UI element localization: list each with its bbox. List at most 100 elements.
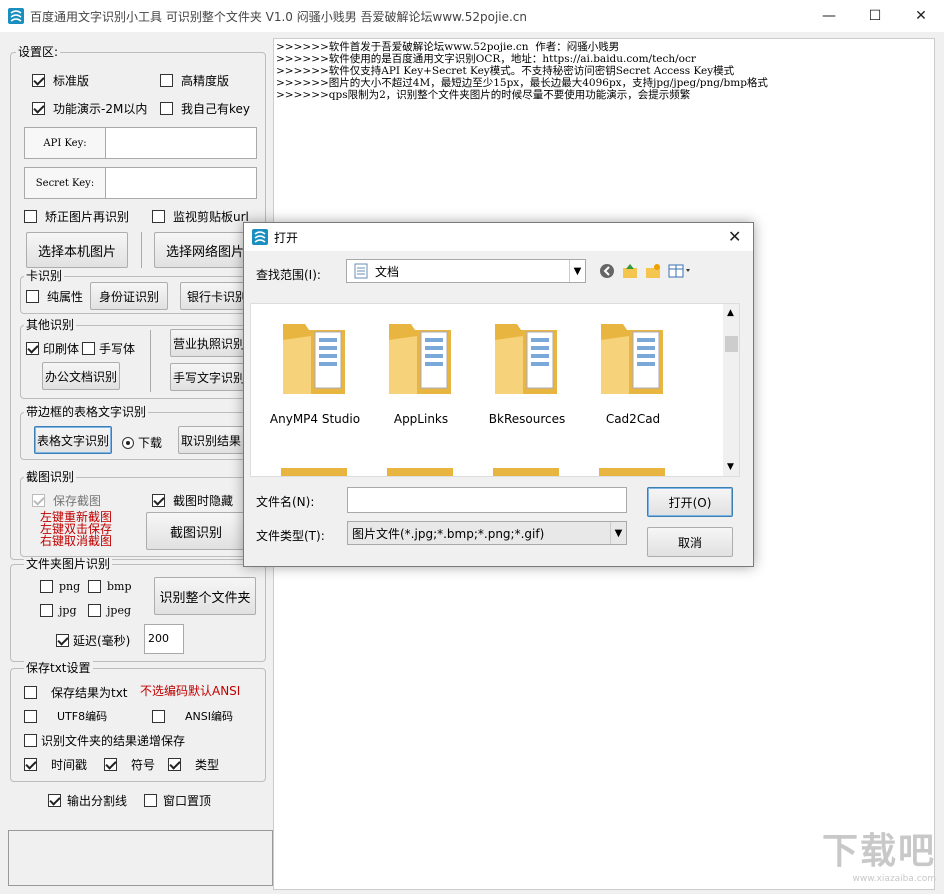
up-folder-icon[interactable] (622, 263, 638, 279)
output-divider-option[interactable]: 输出分割线 (48, 792, 127, 809)
delay-input[interactable]: 200 (144, 624, 184, 654)
topmost-option[interactable]: 窗口置顶 (144, 792, 211, 809)
filename-input[interactable] (347, 487, 627, 513)
scroll-up-icon[interactable]: ▲ (727, 308, 734, 318)
fetch-result-button[interactable]: 取识别结果 (178, 426, 246, 454)
symbol-checkbox[interactable] (104, 758, 117, 771)
jpeg-checkbox[interactable] (88, 604, 101, 617)
high-precision-label: 高精度版 (181, 72, 229, 89)
secret-key-input[interactable] (105, 167, 257, 199)
topmost-label: 窗口置顶 (163, 792, 211, 809)
ansi-option[interactable]: ANSI编码 (152, 708, 233, 724)
type-checkbox[interactable] (168, 758, 181, 771)
api-key-input[interactable] (105, 127, 257, 159)
monitor-clipboard-checkbox[interactable] (152, 210, 165, 223)
close-button[interactable]: ✕ (898, 0, 944, 32)
select-local-image-button[interactable]: 选择本机图片 (26, 232, 128, 268)
folder-item[interactable]: AnyMP4 Studio (263, 304, 367, 436)
secret-key-label: Secret Key: (24, 167, 106, 199)
chevron-down-icon[interactable]: ▼ (610, 522, 626, 544)
save-shot-option[interactable]: 保存截图 (32, 492, 101, 509)
delay-checkbox[interactable] (56, 634, 69, 647)
watermark-logo: 下载吧 (800, 830, 936, 874)
dialog-close-icon[interactable]: ✕ (728, 227, 741, 246)
maximize-button[interactable]: ☐ (852, 0, 898, 32)
folder-item[interactable]: AppLinks (369, 304, 473, 436)
handwriting-ocr-button[interactable]: 手写文字识别 (170, 363, 246, 391)
select-network-image-button[interactable]: 选择网络图片 (154, 232, 256, 268)
download-option[interactable]: 下载 (122, 434, 162, 451)
cancel-button[interactable]: 取消 (647, 527, 733, 557)
demo-option[interactable]: 功能演示-2M以内 (32, 100, 147, 117)
timestamp-checkbox[interactable] (24, 758, 37, 771)
folder-item[interactable]: BkResources (475, 304, 579, 436)
timestamp-option[interactable]: 时间戳 (24, 756, 87, 773)
screenshot-ocr-button[interactable]: 截图识别 (146, 512, 246, 550)
high-precision-option[interactable]: 高精度版 (160, 72, 229, 89)
delay-option[interactable]: 延迟(毫秒) (56, 632, 130, 649)
standard-checkbox[interactable] (32, 74, 45, 87)
filetype-label: 文件类型(T): (256, 527, 325, 544)
open-button[interactable]: 打开(O) (647, 487, 733, 517)
hide-on-shot-option[interactable]: 截图时隐藏 (152, 492, 233, 509)
table-ocr-button[interactable]: 表格文字识别 (34, 426, 112, 454)
png-checkbox[interactable] (40, 580, 53, 593)
ansi-checkbox[interactable] (152, 710, 165, 723)
bmp-label: bmp (107, 580, 132, 593)
office-doc-button[interactable]: 办公文档识别 (42, 362, 120, 390)
encoding-warning: 不选编码默认ANSI (140, 685, 240, 698)
folder-item[interactable]: Cad2Cad (581, 304, 685, 436)
hide-on-shot-checkbox[interactable] (152, 494, 165, 507)
scroll-down-icon[interactable]: ▼ (727, 462, 734, 472)
download-radio[interactable] (122, 437, 134, 449)
filetype-combo[interactable]: 图片文件(*.jpg;*.bmp;*.png;*.gif) ▼ (347, 521, 627, 545)
incremental-label: 识别文件夹的结果递增保存 (41, 732, 185, 749)
utf8-checkbox[interactable] (24, 710, 37, 723)
correct-image-label: 矫正图片再识别 (45, 208, 129, 225)
id-card-button[interactable]: 身份证识别 (90, 282, 168, 310)
topmost-checkbox[interactable] (144, 794, 157, 807)
output-divider-checkbox[interactable] (48, 794, 61, 807)
print-checkbox[interactable] (26, 342, 39, 355)
own-key-checkbox[interactable] (160, 102, 173, 115)
business-license-button[interactable]: 营业执照识别 (170, 329, 246, 357)
png-option[interactable]: png (40, 580, 80, 593)
bank-card-button[interactable]: 银行卡识别 (180, 282, 246, 310)
standard-option[interactable]: 标准版 (32, 72, 89, 89)
utf8-option[interactable]: UTF8编码 (24, 708, 107, 724)
print-option[interactable]: 印刷体 (26, 340, 79, 357)
back-icon[interactable] (599, 263, 615, 279)
file-list[interactable]: AnyMP4 Studio AppLinks BkResources (250, 303, 740, 477)
high-precision-checkbox[interactable] (160, 74, 173, 87)
correct-image-option[interactable]: 矫正图片再识别 (24, 208, 129, 225)
pure-attr-option[interactable]: 纯属性 (26, 288, 83, 305)
demo-checkbox[interactable] (32, 102, 45, 115)
jpeg-option[interactable]: jpeg (88, 604, 131, 617)
scroll-thumb[interactable] (725, 336, 738, 352)
own-key-option[interactable]: 我自己有key (160, 100, 250, 117)
symbol-option[interactable]: 符号 (104, 756, 155, 773)
pure-attr-checkbox[interactable] (26, 290, 39, 303)
look-in-combo[interactable]: 文档 ▼ (346, 259, 586, 283)
type-option[interactable]: 类型 (168, 756, 219, 773)
bmp-option[interactable]: bmp (88, 580, 132, 593)
handwrite-checkbox[interactable] (82, 342, 95, 355)
ocr-folder-button[interactable]: 识别整个文件夹 (154, 577, 256, 615)
minimize-button[interactable]: — (806, 0, 852, 32)
save-as-txt-checkbox[interactable] (24, 686, 37, 699)
view-menu-icon[interactable] (668, 263, 692, 279)
table-group-label: 带边框的表格文字识别 (24, 405, 148, 419)
bmp-checkbox[interactable] (88, 580, 101, 593)
jpg-checkbox[interactable] (40, 604, 53, 617)
new-folder-icon[interactable] (645, 263, 661, 279)
save-as-txt-option[interactable]: 保存结果为txt (24, 684, 128, 701)
handwrite-option[interactable]: 手写体 (82, 340, 135, 357)
jpg-option[interactable]: jpg (40, 604, 77, 617)
incremental-option[interactable]: 识别文件夹的结果递增保存 (24, 732, 185, 749)
chevron-down-icon[interactable]: ▼ (569, 260, 585, 282)
monitor-clipboard-option[interactable]: 监视剪贴板url (152, 208, 249, 225)
save-shot-checkbox[interactable] (32, 494, 45, 507)
incremental-checkbox[interactable] (24, 734, 37, 747)
scrollbar[interactable]: ▲ ▼ (723, 304, 740, 476)
correct-image-checkbox[interactable] (24, 210, 37, 223)
